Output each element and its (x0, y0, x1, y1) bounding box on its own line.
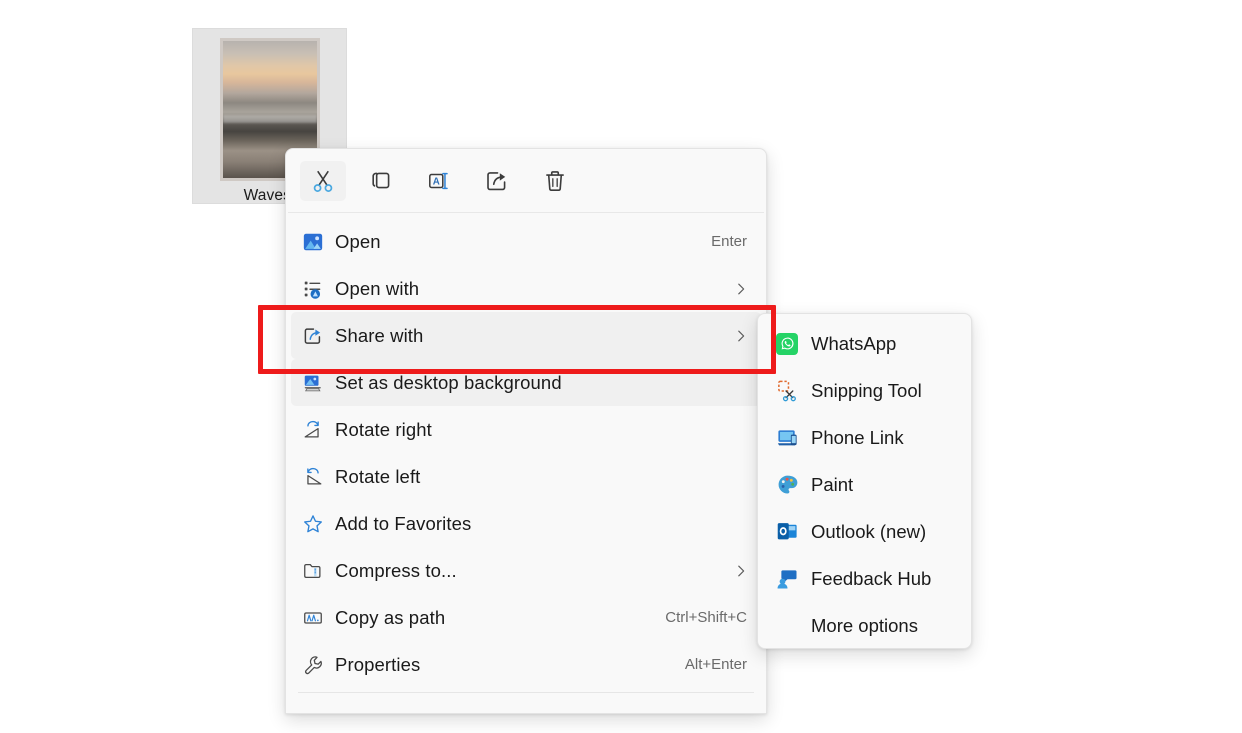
star-icon (291, 513, 335, 535)
svg-text:A: A (433, 176, 440, 187)
copy-as-path-icon-glyph (304, 611, 322, 624)
share-with-submenu: WhatsApp Snipping Tool Phone Link Paint … (757, 313, 972, 649)
whatsapp-icon-tile (776, 332, 798, 355)
menu-item-accelerator: Ctrl+Shift+C (665, 609, 747, 626)
submenu-item-phone-link[interactable]: Phone Link (763, 414, 966, 461)
photo-icon-glyph (303, 233, 323, 250)
context-menu-toolbar: A (286, 149, 766, 212)
menu-item-rotate-right[interactable]: Rotate right (291, 406, 761, 453)
photo-icon (291, 231, 335, 253)
rotate-left-icon-glyph (307, 467, 322, 485)
submenu-item-label: Feedback Hub (811, 567, 932, 589)
feedback-hub-glyph (777, 570, 797, 589)
submenu-item-more-options[interactable]: More options (763, 602, 966, 649)
phone-link-glyph (777, 430, 797, 446)
menu-item-open[interactable]: Open Enter (291, 218, 761, 265)
open-with-icon (291, 278, 335, 300)
copy-as-path-icon (291, 607, 335, 629)
menu-item-label: Open with (335, 277, 420, 299)
share-icon (487, 171, 506, 190)
delete-button[interactable] (532, 161, 578, 201)
copy-button[interactable] (358, 161, 404, 201)
menu-item-label: Add to Favorites (335, 512, 472, 534)
context-menu-items: Open Enter Open with Share with Set as d… (286, 213, 766, 693)
menu-item-label: Rotate right (335, 418, 432, 440)
desktop-background-icon (291, 372, 335, 394)
desktop-background-icon-glyph (304, 375, 321, 391)
whatsapp-icon (763, 332, 811, 355)
menu-item-label: Compress to... (335, 559, 457, 581)
share-with-icon-glyph (304, 327, 321, 344)
desktop-surface: Waves. A Open Enter Open with Share with… (0, 0, 1242, 733)
menu-item-open-with[interactable]: Open with (291, 265, 761, 312)
wrench-icon (291, 654, 335, 676)
submenu-item-label: Phone Link (811, 426, 904, 448)
paint-icon (763, 473, 811, 496)
feedback-hub-icon (763, 567, 811, 590)
submenu-item-whatsapp[interactable]: WhatsApp (763, 320, 966, 367)
phone-link-icon (763, 426, 811, 449)
trash-icon (546, 170, 564, 191)
chevron-right-icon (727, 329, 761, 343)
outlook-icon (763, 520, 811, 543)
submenu-item-feedback-hub[interactable]: Feedback Hub (763, 555, 966, 602)
submenu-item-label: More options (811, 614, 918, 636)
rename-button[interactable]: A (416, 161, 462, 201)
menu-item-rotate-left[interactable]: Rotate left (291, 453, 761, 500)
menu-item-properties[interactable]: Properties Alt+Enter (291, 641, 761, 688)
menu-item-label: Properties (335, 653, 421, 675)
menu-item-copy-as-path[interactable]: Copy as path Ctrl+Shift+C (291, 594, 761, 641)
chevron-right-icon (727, 282, 761, 296)
compress-folder-icon-glyph (304, 563, 321, 578)
rename-icon: A (429, 172, 448, 189)
paint-glyph (778, 475, 797, 494)
submenu-item-outlook[interactable]: Outlook (new) (763, 508, 966, 555)
compress-folder-icon (291, 560, 335, 582)
menu-item-label: Set as desktop background (335, 371, 562, 393)
star-icon-glyph (304, 514, 322, 532)
outlook-glyph (777, 523, 797, 540)
context-menu: A Open Enter Open with Share with Set as… (285, 148, 767, 714)
submenu-item-snipping-tool[interactable]: Snipping Tool (763, 367, 966, 414)
snipping-tool-glyph (777, 380, 796, 402)
share-with-icon (291, 325, 335, 347)
menu-item-add-to-favorites[interactable]: Add to Favorites (291, 500, 761, 547)
rotate-right-icon (291, 419, 335, 441)
copy-icon (372, 172, 390, 188)
submenu-item-label: Outlook (new) (811, 520, 927, 542)
rotate-right-icon-glyph (304, 420, 319, 438)
chevron-right-icon (727, 564, 761, 578)
rotate-left-icon (291, 466, 335, 488)
menu-item-accelerator: Enter (711, 233, 747, 250)
submenu-item-paint[interactable]: Paint (763, 461, 966, 508)
cut-button[interactable] (300, 160, 346, 201)
menu-item-label: Rotate left (335, 465, 421, 487)
submenu-item-label: WhatsApp (811, 332, 897, 354)
menu-divider (298, 692, 754, 693)
scissors-icon (313, 170, 333, 192)
menu-item-label: Share with (335, 324, 424, 346)
menu-item-compress-to[interactable]: Compress to... (291, 547, 761, 594)
snipping-tool-icon (763, 379, 811, 402)
submenu-item-label: Snipping Tool (811, 379, 922, 401)
submenu-item-label: Paint (811, 473, 854, 495)
wrench-icon-glyph (305, 655, 322, 674)
open-with-icon-glyph (304, 281, 321, 299)
menu-item-accelerator: Alt+Enter (684, 656, 747, 673)
menu-item-set-as-desktop-background[interactable]: Set as desktop background (291, 359, 761, 406)
menu-item-share-with[interactable]: Share with (291, 312, 761, 359)
whatsapp-glyph (781, 337, 794, 350)
menu-item-label: Open (335, 230, 381, 252)
share-button[interactable] (474, 161, 520, 201)
menu-item-label: Copy as path (335, 606, 446, 628)
